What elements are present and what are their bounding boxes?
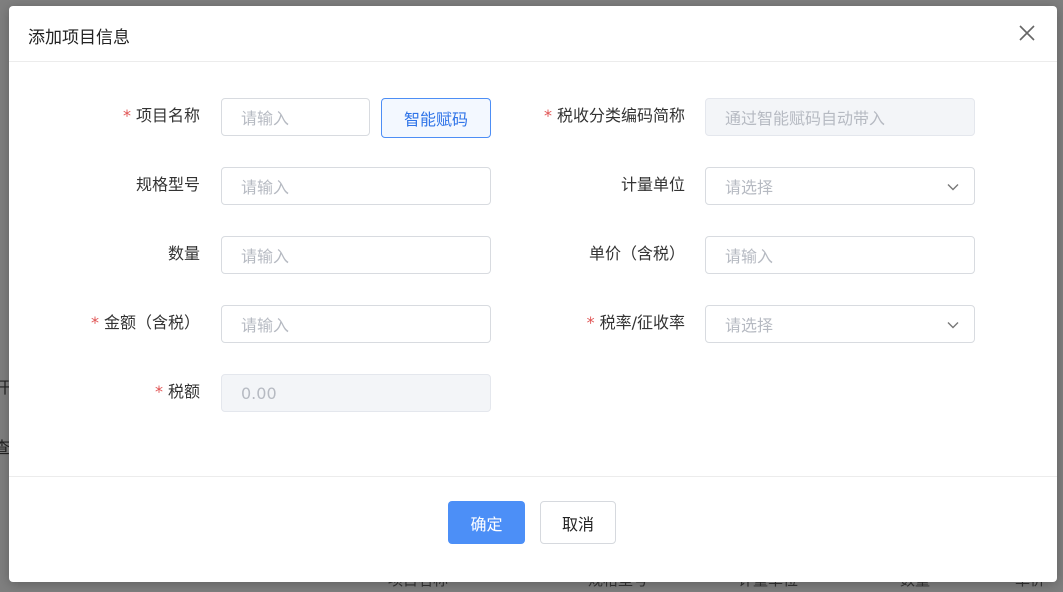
required-mark: * [586, 313, 595, 332]
tax-code-abbr-input: 通过智能赋码自动带入 [705, 98, 975, 136]
tax-rate-label: * 税率/征收率 [586, 313, 685, 332]
close-icon[interactable] [1017, 23, 1037, 43]
required-mark: * [543, 106, 552, 125]
tax-rate-placeholder: 请选择 [725, 316, 774, 335]
unit-label: 计量单位 [620, 175, 685, 194]
amount-input[interactable]: 请输入 [221, 305, 491, 343]
quantity-label: 数量 [167, 244, 200, 263]
dialog-header: 添加项目信息 [9, 6, 1057, 62]
amount-label: * 金额（含税） [90, 313, 200, 332]
spec-model-placeholder: 请输入 [241, 178, 290, 197]
required-mark: * [122, 106, 131, 125]
unit-select[interactable]: 请选择 [705, 167, 975, 205]
unit-price-placeholder: 请输入 [725, 247, 774, 266]
unit-price-input[interactable]: 请输入 [705, 236, 975, 274]
unit-price-label: 单价（含税） [588, 244, 685, 263]
tax-rate-select[interactable]: 请选择 [705, 305, 975, 343]
confirm-button[interactable]: 确定 [448, 501, 525, 544]
quantity-placeholder: 请输入 [241, 247, 290, 266]
quantity-input[interactable]: 请输入 [221, 236, 491, 274]
dialog-title: 添加项目信息 [28, 28, 130, 48]
required-mark: * [154, 382, 163, 401]
tax-amount-input: 0.00 [221, 374, 491, 412]
tax-amount-label: * 税额 [154, 382, 200, 401]
chevron-down-icon [947, 184, 959, 191]
spec-model-input[interactable]: 请输入 [221, 167, 491, 205]
item-name-label: * 项目名称 [122, 106, 200, 125]
smart-code-button[interactable]: 智能赋码 [381, 98, 491, 138]
chevron-down-icon [947, 322, 959, 329]
tax-amount-value: 0.00 [241, 383, 277, 403]
item-name-placeholder: 请输入 [241, 109, 290, 128]
tax-code-abbr-placeholder: 通过智能赋码自动带入 [725, 109, 886, 128]
amount-placeholder: 请输入 [241, 316, 290, 335]
footer-divider [9, 476, 1057, 477]
add-item-dialog: 添加项目信息 * 项目名称 请输入 智能赋码 * 税收分类编码简称 通过智能赋码自动… [9, 6, 1057, 582]
tax-code-abbr-label: * 税收分类编码简称 [543, 106, 685, 125]
unit-placeholder: 请选择 [725, 178, 774, 197]
spec-model-label: 规格型号 [135, 175, 200, 194]
required-mark: * [90, 313, 99, 332]
cancel-button[interactable]: 取消 [540, 501, 616, 544]
item-name-input[interactable]: 请输入 [221, 98, 370, 136]
